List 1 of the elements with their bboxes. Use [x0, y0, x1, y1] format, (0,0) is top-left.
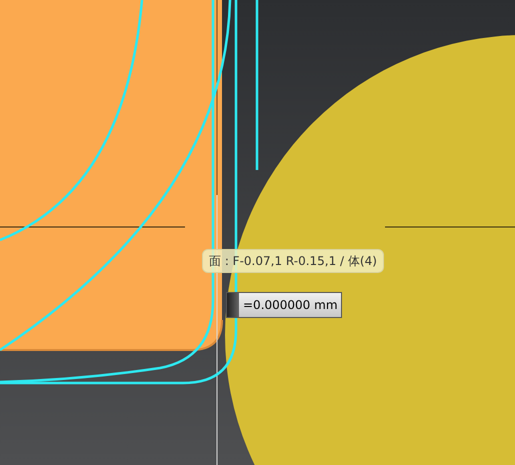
tooltip: 面 : F-0.07,1 R-0.15,1 / 体(4)	[202, 249, 384, 273]
